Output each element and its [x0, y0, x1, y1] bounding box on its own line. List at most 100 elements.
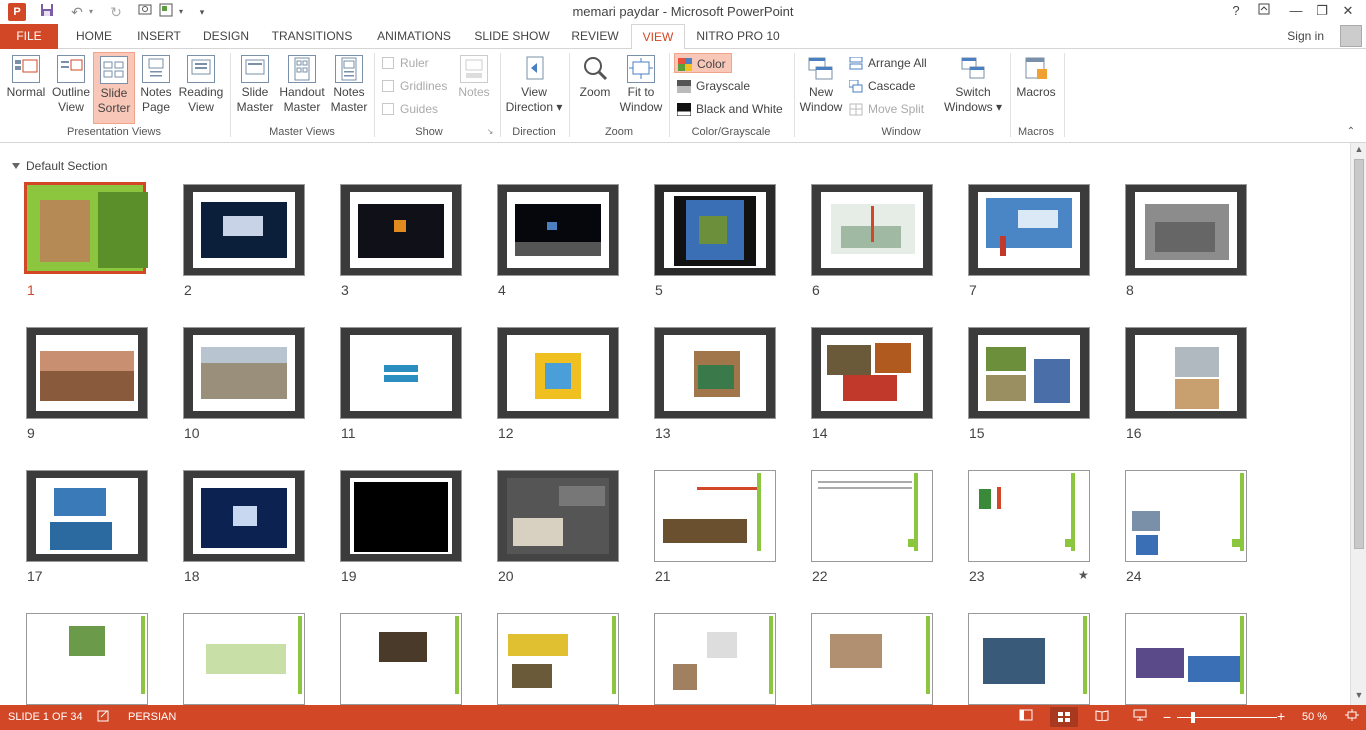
cascade-button[interactable]: Cascade	[846, 76, 915, 96]
slide-thumbnail[interactable]	[1125, 184, 1247, 276]
slide-thumbnail[interactable]	[654, 327, 776, 419]
slide-thumbnail[interactable]	[811, 327, 933, 419]
help-icon[interactable]: ?	[1222, 0, 1250, 24]
tab-design[interactable]: DESIGN	[196, 24, 256, 49]
zoom-button[interactable]: Zoom	[574, 53, 616, 123]
notes-page-button[interactable]: Notes Page	[136, 53, 176, 123]
slide-thumbnail[interactable]	[968, 184, 1090, 276]
vertical-scrollbar[interactable]: ▲ ▼	[1350, 143, 1366, 705]
slide-thumbnail[interactable]	[968, 327, 1090, 419]
scroll-thumb[interactable]	[1354, 159, 1364, 549]
section-header[interactable]: Default Section	[12, 159, 107, 173]
slide-thumbnail[interactable]	[340, 327, 462, 419]
slide-thumbnail[interactable]	[654, 184, 776, 276]
ruler-checkbox[interactable]: Ruler	[380, 53, 429, 73]
notes-master-button[interactable]: Notes Master	[328, 53, 370, 123]
tab-file[interactable]: FILE	[0, 24, 58, 49]
slide-thumbnail[interactable]	[24, 182, 148, 274]
slide-thumbnail[interactable]	[1125, 327, 1247, 419]
tab-home[interactable]: HOME	[66, 24, 122, 49]
view-direction-button[interactable]: View Direction ▾	[504, 53, 564, 123]
outline-view-button[interactable]: Outline View	[50, 53, 92, 123]
slide-master-button[interactable]: Slide Master	[234, 53, 276, 123]
fit-slide-status-icon[interactable]	[1344, 709, 1360, 725]
gridlines-checkbox[interactable]: Gridlines	[380, 76, 447, 96]
show-dialog-launcher-icon[interactable]: ↘	[484, 126, 496, 138]
zoom-in-icon[interactable]: +	[1277, 708, 1285, 724]
restore-icon[interactable]: ❐	[1308, 0, 1336, 24]
zoom-slider-thumb[interactable]	[1191, 712, 1195, 723]
guides-checkbox[interactable]: Guides	[380, 99, 438, 119]
scroll-up-icon[interactable]: ▲	[1353, 144, 1365, 158]
slide-thumbnail[interactable]	[183, 470, 305, 562]
language-indicator[interactable]: PERSIAN	[128, 711, 176, 723]
slide-thumbnail[interactable]	[26, 613, 148, 705]
normal-view-button[interactable]: Normal	[4, 53, 48, 123]
slide-thumbnail[interactable]	[968, 613, 1090, 705]
handout-master-button[interactable]: Handout Master	[277, 53, 327, 123]
zoom-level[interactable]: 50 %	[1302, 711, 1327, 723]
slide-thumbnail[interactable]	[1125, 613, 1247, 705]
fit-to-window-button[interactable]: Fit to Window	[618, 53, 664, 123]
collapse-ribbon-icon[interactable]: ⌃	[1344, 125, 1358, 139]
slide-show-status-icon[interactable]	[1132, 709, 1148, 725]
slide-thumbnail[interactable]	[497, 184, 619, 276]
view-direction-icon	[520, 55, 548, 83]
notes-button[interactable]: Notes	[453, 53, 495, 109]
slide-image	[827, 345, 871, 375]
tab-insert[interactable]: INSERT	[132, 24, 186, 49]
slide-thumbnail[interactable]	[1125, 470, 1247, 562]
move-split-button[interactable]: Move Split	[846, 99, 924, 119]
close-icon[interactable]: ✕	[1334, 0, 1362, 24]
black-and-white-button[interactable]: Black and White	[674, 99, 783, 119]
minimize-icon[interactable]: —	[1282, 0, 1310, 24]
slide-thumbnail[interactable]	[497, 470, 619, 562]
arrange-all-button[interactable]: Arrange All	[846, 53, 927, 73]
grayscale-swatch-icon	[677, 79, 691, 93]
slide-content	[36, 192, 148, 268]
slide-thumbnail[interactable]	[26, 470, 148, 562]
black-and-white-label: Black and White	[696, 102, 783, 116]
reading-view-button[interactable]: Reading View	[177, 53, 225, 123]
tab-slide-show[interactable]: SLIDE SHOW	[470, 24, 554, 49]
grayscale-button[interactable]: Grayscale	[674, 76, 750, 96]
zoom-out-icon[interactable]: −	[1163, 709, 1171, 725]
color-button[interactable]: Color	[674, 53, 732, 73]
slide-thumbnail[interactable]	[968, 470, 1090, 562]
slide-thumbnail[interactable]	[340, 184, 462, 276]
reading-view-status-icon[interactable]	[1094, 709, 1110, 725]
tab-view[interactable]: VIEW	[631, 24, 685, 50]
slide-thumbnail[interactable]	[26, 327, 148, 419]
sign-in-link[interactable]: Sign in	[1287, 29, 1324, 43]
slide-thumbnail[interactable]	[340, 613, 462, 705]
animation-star-icon[interactable]: ★	[1078, 568, 1089, 582]
scroll-down-icon[interactable]: ▼	[1353, 690, 1365, 704]
tab-nitro-pro[interactable]: NITRO PRO 10	[692, 24, 784, 49]
slide-thumbnail[interactable]	[183, 327, 305, 419]
macros-button[interactable]: Macros	[1014, 53, 1058, 113]
slide-thumbnail[interactable]	[497, 613, 619, 705]
slide-thumbnail[interactable]	[183, 184, 305, 276]
tab-animations[interactable]: ANIMATIONS	[368, 24, 460, 49]
ribbon-display-options-icon[interactable]	[1250, 0, 1278, 24]
normal-view-status-icon[interactable]	[1018, 709, 1034, 725]
tab-transitions[interactable]: TRANSITIONS	[266, 24, 358, 49]
slide-content	[507, 192, 609, 268]
new-window-button[interactable]: New Window	[798, 53, 844, 123]
slide-thumbnail[interactable]	[340, 470, 462, 562]
slide-thumbnail[interactable]	[654, 470, 776, 562]
switch-windows-button[interactable]: Switch Windows ▾	[942, 53, 1004, 123]
slide-thumbnail[interactable]	[654, 613, 776, 705]
slide-thumbnail[interactable]	[183, 613, 305, 705]
slide-image	[223, 216, 263, 236]
slide-thumbnail[interactable]	[811, 184, 933, 276]
slide-thumbnail[interactable]	[811, 613, 933, 705]
avatar[interactable]	[1340, 25, 1362, 47]
tab-review[interactable]: REVIEW	[564, 24, 626, 49]
slide-sorter-status-icon[interactable]	[1050, 707, 1078, 727]
slide-thumbnail[interactable]	[497, 327, 619, 419]
slide-thumbnail[interactable]	[811, 470, 933, 562]
slide-sorter-button[interactable]: Slide Sorter	[93, 52, 135, 124]
slide-content	[193, 478, 295, 554]
spelling-check-icon[interactable]	[96, 709, 112, 725]
